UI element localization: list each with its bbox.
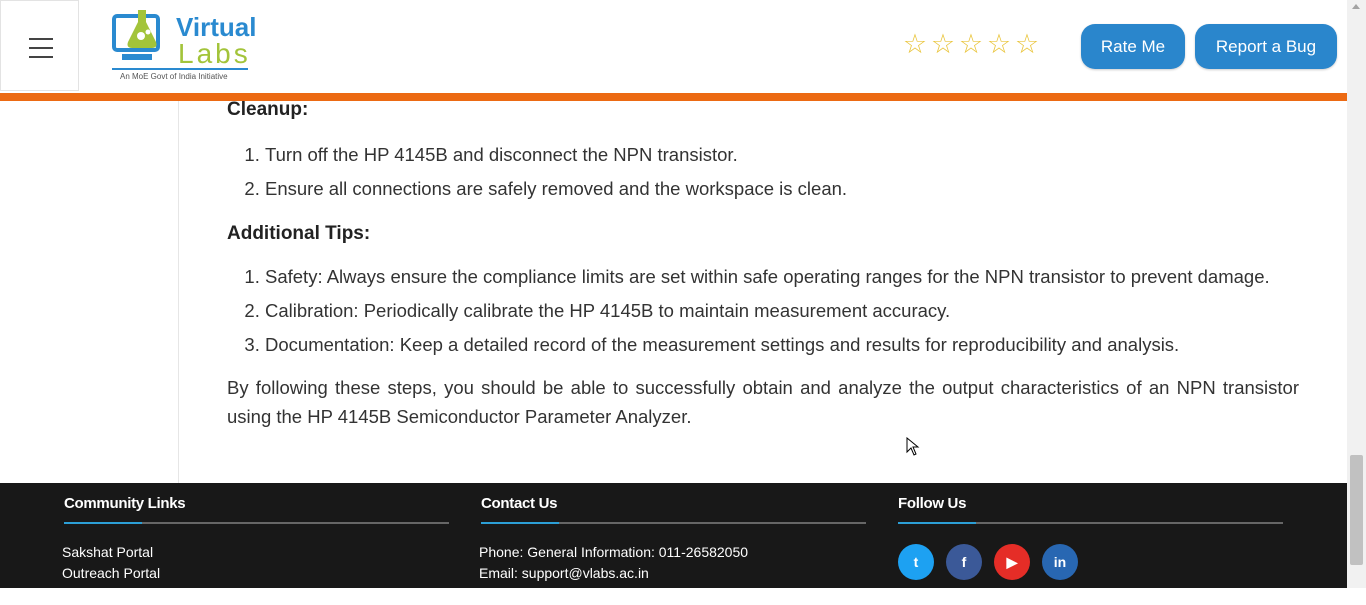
heading-underline — [64, 522, 449, 524]
heading-underline — [481, 522, 866, 524]
heading-underline — [898, 522, 1283, 524]
mouse-cursor-icon — [906, 437, 920, 456]
tips-list: Safety: Always ensure the compliance lim… — [227, 262, 1299, 359]
hamburger-icon[interactable] — [29, 38, 53, 58]
top-header: Virtual Labs An MoE Govt of India Initia… — [0, 0, 1347, 93]
scrollbar-thumb[interactable] — [1350, 455, 1363, 565]
contact-phone: Phone: General Information: 011-26582050 — [479, 544, 749, 560]
community-links-heading: Community Links — [64, 495, 186, 512]
youtube-icon[interactable]: ▶ — [994, 544, 1030, 580]
star-icon[interactable]: ☆ — [1014, 30, 1040, 58]
twitter-icon[interactable]: t — [898, 544, 934, 580]
site-footer: Community Links Sakshat Portal Outreach … — [0, 483, 1347, 602]
page-scrollbar[interactable] — [1347, 0, 1366, 588]
contact-email[interactable]: Email: support@vlabs.ac.in — [479, 563, 866, 584]
footer-link-outreach[interactable]: Outreach Portal — [62, 563, 449, 584]
star-icon[interactable]: ☆ — [958, 30, 984, 58]
sidebar-divider — [178, 101, 179, 483]
footer-link-faq[interactable]: FAQ: Virtual Labs — [62, 584, 449, 605]
facebook-icon[interactable]: f — [946, 544, 982, 580]
cleanup-list: Turn off the HP 4145B and disconnect the… — [227, 140, 1299, 203]
contact-us-column: Contact Us Phone: General Information: 0… — [479, 495, 866, 584]
list-item: Safety: Always ensure the compliance lim… — [265, 262, 1299, 291]
conclusion-paragraph: By following these steps, you should be … — [227, 377, 1299, 427]
list-item: Ensure all connections are safely remove… — [265, 174, 1299, 203]
article-content: Cleanup: Turn off the HP 4145B and disco… — [227, 95, 1299, 431]
star-icon[interactable]: ☆ — [986, 30, 1012, 58]
additional-tips-heading: Additional Tips: — [227, 223, 371, 244]
logo-wordmark-labs: Labs — [178, 38, 251, 69]
rate-me-button[interactable]: Rate Me — [1081, 24, 1185, 69]
list-item: Documentation: Keep a detailed record of… — [265, 330, 1299, 359]
rating-stars[interactable]: ☆ ☆ ☆ ☆ ☆ — [902, 30, 1040, 58]
star-icon[interactable]: ☆ — [930, 30, 956, 58]
linkedin-icon[interactable]: in — [1042, 544, 1078, 580]
lab-flask-icon — [112, 10, 160, 60]
follow-us-column: Follow Us t f ▶ in — [898, 495, 1283, 580]
logo-underline — [112, 68, 248, 70]
contact-us-heading: Contact Us — [481, 495, 558, 512]
report-bug-button[interactable]: Report a Bug — [1195, 24, 1337, 69]
list-item: Calibration: Periodically calibrate the … — [265, 296, 1299, 325]
community-links-column: Community Links Sakshat Portal Outreach … — [62, 495, 449, 605]
star-icon[interactable]: ☆ — [902, 30, 928, 58]
social-links: t f ▶ in — [898, 544, 1283, 580]
footer-link-sakshat[interactable]: Sakshat Portal — [62, 542, 449, 563]
scroll-up-arrow-icon[interactable] — [1352, 4, 1360, 9]
logo-tagline: An MoE Govt of India Initiative — [120, 72, 228, 81]
cleanup-heading: Cleanup: — [227, 99, 309, 120]
follow-us-heading: Follow Us — [898, 495, 967, 512]
list-item: Turn off the HP 4145B and disconnect the… — [265, 140, 1299, 169]
virtual-labs-logo[interactable]: Virtual Labs An MoE Govt of India Initia… — [108, 8, 258, 86]
menu-toggle[interactable] — [0, 0, 79, 91]
